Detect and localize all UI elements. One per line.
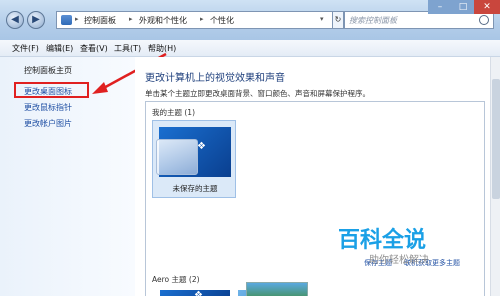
- watermark-subtitle: 助你轻松解决: [369, 255, 429, 266]
- windows-logo-icon: ❖: [194, 290, 203, 296]
- theme-windows7-preview[interactable]: ❖: [160, 290, 230, 296]
- theme-unsaved[interactable]: ❖ 未保存的主题: [152, 120, 236, 198]
- theme-list: 我的主题 (1) ❖ 未保存的主题 保存主题 联机获取更多主题 Aero 主题 …: [145, 101, 485, 296]
- theme-label: 未保存的主题: [172, 184, 218, 193]
- page-description: 单击某个主题立即更改桌面背景、窗口颜色、声音和屏幕保护程序。: [145, 89, 370, 98]
- watermark-logo: 百科全说: [338, 228, 427, 253]
- page-title: 更改计算机上的视觉效果和声音: [145, 73, 285, 84]
- windows-logo-icon: ❖: [197, 141, 206, 152]
- scrollbar-thumb[interactable]: [492, 79, 500, 199]
- window-preview-icon: [156, 139, 198, 175]
- control-panel-window: ◀ ▶ ▸ 控制面板 ▸ 外观和个性化 ▸ 个性化 ▾ ↻ 搜索控制面板 – □…: [0, 0, 500, 296]
- my-themes-header: 我的主题 (1): [152, 108, 196, 117]
- main-panel: 更改计算机上的视觉效果和声音 单击某个主题立即更改桌面背景、窗口颜色、声音和屏幕…: [135, 57, 500, 296]
- aero-themes-header: Aero 主题 (2): [152, 275, 200, 284]
- scrollbar[interactable]: [490, 57, 500, 296]
- landscape-thumbnail: [246, 282, 308, 296]
